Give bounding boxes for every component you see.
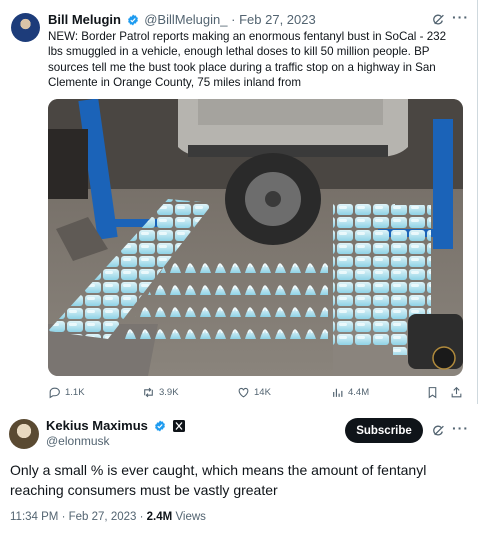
tweet-date[interactable]: Feb 27, 2023 (239, 12, 316, 27)
tweet-meta: 11:34 PM · Feb 27, 2023 · 2.4M Views (10, 511, 206, 523)
quoted-tweet-text: NEW: Border Patrol reports making an eno… (48, 30, 447, 90)
author-name[interactable]: Bill Melugin (48, 12, 121, 27)
grok-icon[interactable] (432, 424, 445, 437)
reply-icon (49, 387, 60, 399)
quoted-tweet[interactable]: Bill Melugin @BillMelugin_ · Feb 27, 202… (0, 0, 478, 404)
quoted-tweet-actions: 1.1K 3.9K 14K 4.4M (48, 386, 464, 402)
repost-icon (144, 387, 153, 398)
tweet-time[interactable]: 11:34 PM (10, 511, 58, 523)
repost-count: 3.9K (159, 387, 179, 398)
separator-dot: · (231, 12, 236, 27)
more-options-icon[interactable]: ··· (452, 9, 469, 25)
views-count: 4.4M (348, 387, 370, 398)
like-button[interactable]: 14K (237, 386, 271, 399)
views-label: Views (175, 511, 206, 523)
avatar[interactable] (9, 419, 39, 449)
repost-button[interactable]: 3.9K (142, 386, 179, 399)
author-handle[interactable]: @elonmusk (46, 434, 110, 448)
author-handle[interactable]: @BillMelugin_ (144, 12, 227, 27)
share-icon[interactable] (450, 386, 463, 399)
verified-badge-icon (127, 14, 138, 26)
bookmark-icon[interactable] (426, 386, 439, 399)
like-count: 14K (254, 387, 271, 398)
grok-icon[interactable] (432, 13, 445, 26)
subscribe-button[interactable]: Subscribe (345, 418, 423, 443)
views-button[interactable]: 4.4M (331, 386, 369, 399)
like-icon (238, 387, 249, 398)
views-icon (333, 388, 343, 397)
tweet-date[interactable]: Feb 27, 2023 (69, 511, 137, 523)
author-name[interactable]: Kekius Maximus (46, 418, 148, 433)
verified-badge-icon (154, 420, 165, 432)
tweet-media-photo[interactable] (48, 99, 463, 376)
x-affiliate-badge-icon[interactable] (173, 420, 186, 432)
tweet-author-header: Kekius Maximus (46, 418, 187, 433)
tweet-text: Only a small % is ever caught, which mea… (10, 462, 427, 498)
avatar[interactable] (11, 13, 40, 42)
quoted-tweet-header: Bill Melugin @BillMelugin_ · Feb 27, 202… (48, 12, 316, 27)
separator-dot: · (139, 511, 144, 523)
reply-button[interactable]: 1.1K (48, 386, 85, 399)
reply-count: 1.1K (65, 387, 85, 398)
more-options-icon[interactable]: ··· (452, 420, 469, 436)
views-count: 2.4M (146, 511, 173, 523)
separator-dot: · (61, 511, 66, 523)
